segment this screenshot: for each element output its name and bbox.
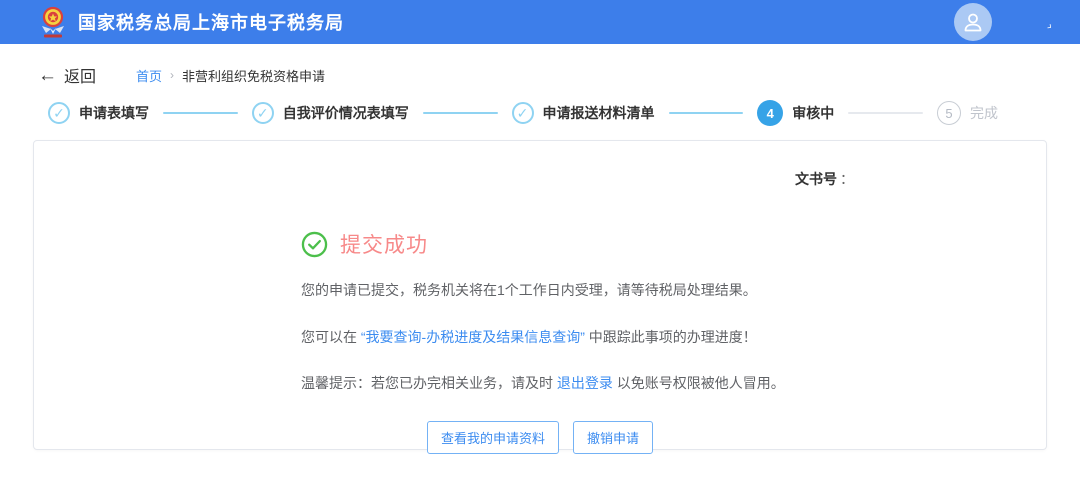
step-under-review: 4 审核中 bbox=[757, 100, 834, 126]
step-connector bbox=[423, 112, 498, 114]
back-button[interactable]: ← 返回 bbox=[38, 63, 96, 87]
query-progress-link[interactable]: “我要查询-办税进度及结果信息查询” bbox=[361, 329, 585, 345]
step-number: 4 bbox=[757, 100, 783, 126]
result-block: 提交成功 您的申请已提交，税务机关将在1个工作日内受理，请等待税局处理结果。 您… bbox=[301, 229, 1046, 394]
step-materials-list: ✓ 申请报送材料清单 bbox=[512, 102, 655, 124]
result-line-3: 温馨提示：若您已办完相关业务，请及时 退出登录 以免账号权限被他人冒用。 bbox=[301, 374, 1046, 394]
step-number: 5 bbox=[937, 101, 961, 125]
line2-prefix: 您可以在 bbox=[301, 329, 361, 345]
breadcrumb-home-link[interactable]: 首页 bbox=[136, 66, 162, 85]
step-connector bbox=[669, 112, 744, 114]
withdraw-application-button[interactable]: 撤销申请 bbox=[573, 421, 653, 454]
dropdown-caret-icon[interactable]: ⌟ bbox=[1045, 16, 1056, 27]
step-complete: 5 完成 bbox=[937, 101, 998, 125]
breadcrumb: 首页 › 非营利组织免税资格申请 bbox=[136, 66, 325, 85]
result-card: 文书号： 提交成功 您的申请已提交，税务机关将在1个工作日内受理，请等待税局处理… bbox=[33, 140, 1047, 450]
check-icon: ✓ bbox=[48, 102, 70, 124]
check-icon: ✓ bbox=[252, 102, 274, 124]
result-title: 提交成功 bbox=[340, 229, 428, 259]
back-arrow-icon: ← bbox=[38, 66, 57, 85]
user-avatar-icon bbox=[961, 10, 985, 34]
step-self-evaluation: ✓ 自我评价情况表填写 bbox=[252, 102, 409, 124]
step-application-form: ✓ 申请表填写 bbox=[48, 102, 149, 124]
back-label: 返回 bbox=[64, 63, 96, 87]
success-check-icon bbox=[301, 231, 328, 258]
header-right: ⌟ bbox=[954, 3, 1056, 41]
china-tax-emblem-icon bbox=[38, 6, 68, 38]
result-line-1: 您的申请已提交，税务机关将在1个工作日内受理，请等待税局处理结果。 bbox=[301, 281, 1046, 301]
button-row: 查看我的申请资料 撤销申请 bbox=[34, 421, 1046, 454]
document-number-row: 文书号： bbox=[34, 141, 1046, 189]
result-lines: 您的申请已提交，税务机关将在1个工作日内受理，请等待税局处理结果。 您可以在 “… bbox=[301, 281, 1046, 394]
breadcrumb-current: 非营利组织免税资格申请 bbox=[182, 66, 325, 85]
line3-suffix: 以免账号权限被他人冒用。 bbox=[613, 375, 785, 391]
step-label: 申请表填写 bbox=[79, 103, 149, 123]
result-head: 提交成功 bbox=[301, 229, 1046, 259]
document-number-label: 文书号 bbox=[795, 171, 837, 187]
progress-steps: ✓ 申请表填写 ✓ 自我评价情况表填写 ✓ 申请报送材料清单 4 审核中 5 完… bbox=[0, 100, 1080, 126]
step-label: 完成 bbox=[970, 103, 998, 123]
result-line-2: 您可以在 “我要查询-办税进度及结果信息查询” 中跟踪此事项的办理进度！ bbox=[301, 328, 1046, 348]
app-header: 国家税务总局上海市电子税务局 ⌟ bbox=[0, 0, 1080, 44]
check-icon: ✓ bbox=[512, 102, 534, 124]
user-avatar-button[interactable] bbox=[954, 3, 992, 41]
breadcrumb-row: ← 返回 首页 › 非营利组织免税资格申请 bbox=[0, 44, 1080, 88]
document-number-colon: ： bbox=[840, 171, 854, 187]
line2-suffix: 中跟踪此事项的办理进度！ bbox=[585, 329, 757, 345]
step-connector bbox=[848, 112, 923, 114]
breadcrumb-separator: › bbox=[170, 68, 174, 82]
view-application-button[interactable]: 查看我的申请资料 bbox=[427, 421, 559, 454]
app-title: 国家税务总局上海市电子税务局 bbox=[78, 9, 344, 35]
step-connector bbox=[163, 112, 238, 114]
logout-link[interactable]: 退出登录 bbox=[557, 375, 613, 391]
step-label: 申请报送材料清单 bbox=[543, 103, 655, 123]
step-label: 自我评价情况表填写 bbox=[283, 103, 409, 123]
step-label: 审核中 bbox=[792, 103, 834, 123]
line3-prefix: 温馨提示：若您已办完相关业务，请及时 bbox=[301, 375, 557, 391]
